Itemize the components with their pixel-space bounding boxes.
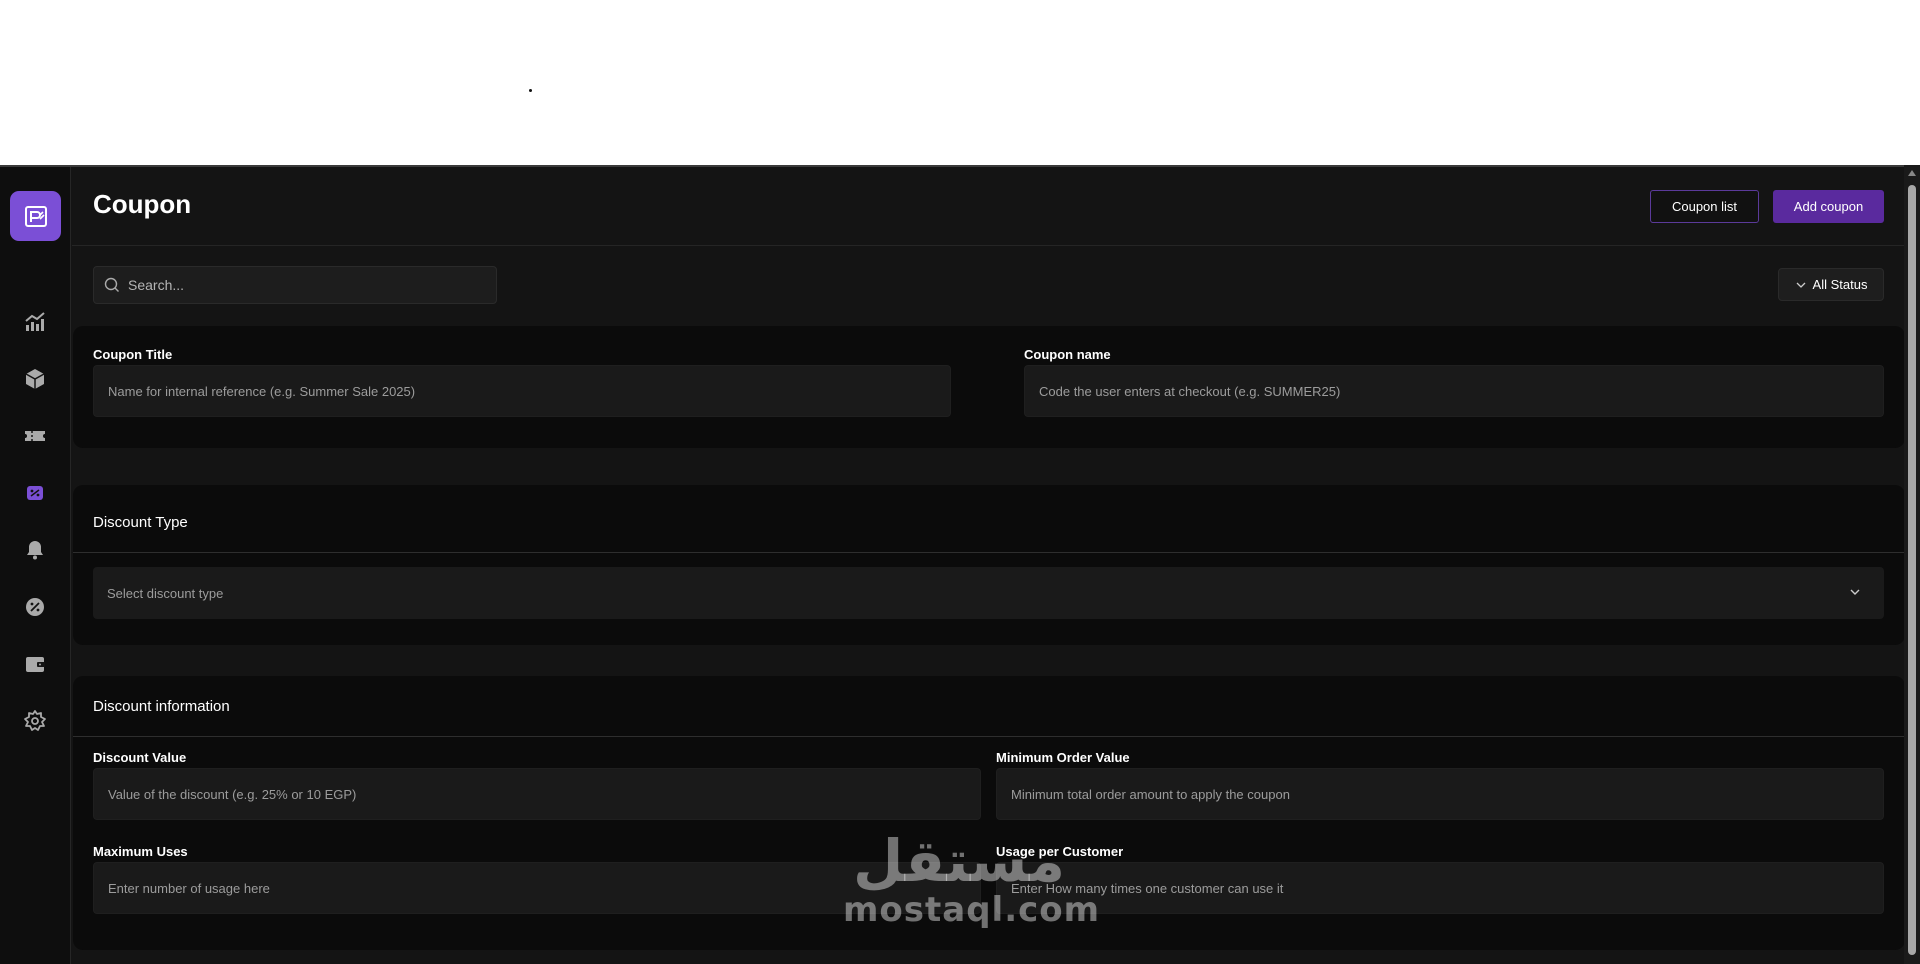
minimum-order-value-label: Minimum Order Value bbox=[996, 750, 1130, 765]
usage-per-customer-input[interactable] bbox=[996, 862, 1884, 914]
page-title: Coupon bbox=[93, 189, 192, 219]
status-filter-dropdown[interactable]: All Status bbox=[1778, 268, 1884, 301]
vertical-scrollbar[interactable] bbox=[1904, 165, 1920, 964]
chevron-down-icon bbox=[1795, 279, 1807, 291]
coupon-list-button[interactable]: Coupon list bbox=[1650, 190, 1759, 223]
app-window: Coupon Coupon list Add coupon All Status… bbox=[0, 165, 1920, 964]
usage-per-customer-label: Usage per Customer bbox=[996, 844, 1124, 859]
discount-type-select[interactable]: Select discount type bbox=[93, 567, 1884, 619]
discount-type-heading: Discount Type bbox=[93, 514, 188, 531]
sidebar bbox=[0, 167, 71, 964]
discount-type-card: Discount Type Select discount type bbox=[73, 485, 1905, 645]
minimum-order-value-input[interactable] bbox=[996, 768, 1884, 820]
discount-information-heading: Discount information bbox=[93, 698, 230, 715]
chevron-down-icon bbox=[1848, 585, 1862, 602]
maximum-uses-input[interactable] bbox=[93, 862, 981, 914]
discount-value-label: Discount Value bbox=[93, 750, 187, 765]
coupon-title-input[interactable] bbox=[93, 365, 951, 417]
search-input[interactable] bbox=[128, 277, 488, 293]
bell-icon[interactable] bbox=[19, 534, 51, 566]
discount-type-placeholder: Select discount type bbox=[107, 585, 224, 601]
search-field[interactable] bbox=[93, 266, 497, 304]
scroll-thumb[interactable] bbox=[1908, 185, 1916, 955]
brand-logo-icon[interactable] bbox=[10, 191, 61, 241]
coupon-name-label: Coupon name bbox=[1024, 347, 1111, 362]
package-box-icon[interactable] bbox=[19, 363, 51, 395]
scroll-up-arrow-icon[interactable] bbox=[1908, 170, 1916, 176]
coupon-basic-card: Coupon Title Coupon name bbox=[73, 326, 1905, 448]
divider bbox=[73, 736, 1905, 737]
divider bbox=[73, 552, 1905, 553]
discount-badge-icon[interactable] bbox=[19, 591, 51, 623]
coupon-title-label: Coupon Title bbox=[93, 347, 173, 362]
search-icon bbox=[104, 277, 119, 292]
settings-gear-icon[interactable] bbox=[19, 705, 51, 737]
stray-dot bbox=[529, 89, 532, 92]
discount-value-input[interactable] bbox=[93, 768, 981, 820]
coupon-icon[interactable] bbox=[19, 477, 51, 509]
add-coupon-button[interactable]: Add coupon bbox=[1773, 190, 1884, 223]
ticket-icon[interactable] bbox=[19, 420, 51, 452]
coupon-name-input[interactable] bbox=[1024, 365, 1884, 417]
status-filter-label: All Status bbox=[1812, 277, 1868, 292]
wallet-icon[interactable] bbox=[19, 648, 51, 680]
analytics-chart-icon[interactable] bbox=[19, 306, 51, 338]
page-header: Coupon Coupon list Add coupon bbox=[72, 167, 1904, 246]
maximum-uses-label: Maximum Uses bbox=[93, 844, 188, 859]
main-content: Coupon Coupon list Add coupon All Status… bbox=[72, 167, 1905, 964]
discount-information-card: Discount information Discount Value Mini… bbox=[73, 676, 1905, 950]
blank-top-area bbox=[0, 0, 1920, 165]
